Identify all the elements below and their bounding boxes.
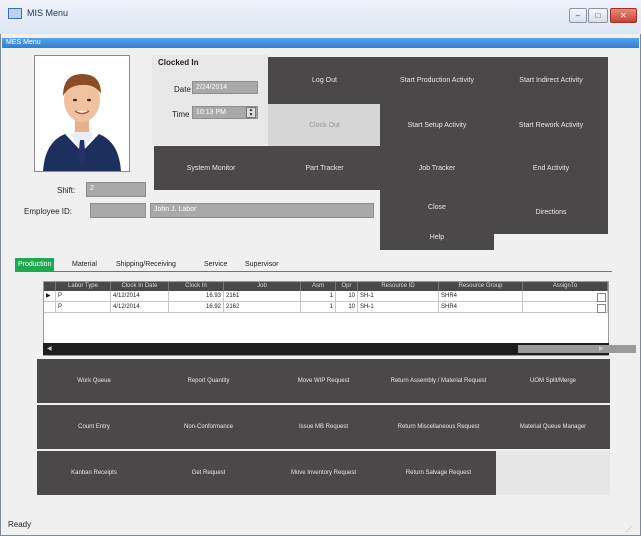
time-spinner-icon[interactable]: ▲ ▼	[246, 107, 256, 118]
horizontal-scrollbar[interactable]: ◀ ▶	[43, 343, 636, 355]
assign-checkbox[interactable]	[597, 304, 606, 313]
count-entry-button[interactable]: Count Entry	[37, 405, 151, 449]
column-header[interactable]: AssignTo	[523, 282, 608, 291]
tab-divider	[15, 271, 612, 272]
shift-label: Shift:	[57, 186, 76, 195]
title-bar: MIS Menu – □ ✕	[0, 0, 641, 34]
close-icon[interactable]: ✕	[610, 8, 637, 23]
maximize-icon[interactable]: □	[588, 8, 608, 23]
column-header[interactable]: Opr	[336, 282, 358, 291]
start-production-button[interactable]: Start Production Activity	[380, 57, 494, 104]
app-icon	[8, 8, 22, 19]
date-field[interactable]: 2/24/2014	[192, 81, 258, 94]
employee-id-field[interactable]	[90, 203, 146, 218]
table-cell[interactable]: 4/12/2014	[111, 302, 169, 313]
tab-material[interactable]: Material	[72, 258, 97, 271]
grid-corner	[44, 282, 56, 291]
employee-name-field: John J. Labor	[150, 203, 374, 218]
uom-split-merge-button[interactable]: UOM Split/Merge	[496, 359, 610, 403]
log-out-button[interactable]: Log Out	[268, 57, 381, 104]
column-header[interactable]: Clock In Date	[111, 282, 169, 291]
material-queue-manager-button[interactable]: Material Queue Manager	[496, 405, 610, 449]
column-header[interactable]: Resource ID	[358, 282, 439, 291]
table-cell[interactable]: 10	[336, 291, 358, 302]
time-label: Time	[172, 110, 190, 119]
table-cell[interactable]: 1	[301, 291, 336, 302]
resize-grip-icon[interactable]: ⋰	[626, 526, 636, 534]
table-cell[interactable]: SHR4	[439, 302, 523, 313]
help-button[interactable]: Help	[380, 225, 494, 250]
assign-checkbox[interactable]	[597, 293, 606, 302]
non-conformance-button[interactable]: Non-Conformance	[151, 405, 266, 449]
return-miscellaneous-button[interactable]: Return Miscellaneous Request	[381, 405, 496, 449]
table-cell[interactable]: 16.93	[169, 291, 224, 302]
tab-strip: Production Material Shipping/Receiving S…	[15, 258, 475, 272]
move-inventory-request-button[interactable]: Move Inventory Request	[266, 451, 381, 495]
table-cell[interactable]: 2161	[224, 291, 301, 302]
table-cell[interactable]: 16.92	[169, 302, 224, 313]
scrollbar-thumb[interactable]	[518, 345, 636, 353]
scroll-left-icon[interactable]: ◀	[47, 345, 52, 352]
issue-mb-request-button[interactable]: Issue MB Request	[266, 405, 381, 449]
end-activity-button[interactable]: End Activity	[494, 146, 608, 190]
menu-item[interactable]: MES Menu	[6, 38, 41, 48]
job-tracker-button[interactable]: Job Tracker	[380, 146, 494, 190]
column-header[interactable]: Asm	[301, 282, 336, 291]
column-header[interactable]: Labor Type	[56, 282, 111, 291]
system-monitor-button[interactable]: System Monitor	[154, 146, 268, 190]
table-cell[interactable]: 10	[336, 302, 358, 313]
row-selector-icon[interactable]: ▶	[44, 291, 56, 302]
get-request-button[interactable]: Get Request	[151, 451, 266, 495]
kanban-receipts-button[interactable]: Kanban Receipts	[37, 451, 151, 495]
table-cell[interactable]: 1	[301, 302, 336, 313]
tab-production[interactable]: Production	[15, 258, 55, 271]
clock-panel: Clocked In Date 2/24/2014 Time 10:13 PM …	[152, 55, 268, 145]
report-quantity-button[interactable]: Report Quantity	[151, 359, 266, 403]
tab-supervisor[interactable]: Supervisor	[245, 258, 278, 271]
start-rework-button[interactable]: Start Rework Activity	[494, 104, 608, 146]
employee-id-label: Employee ID:	[24, 207, 73, 216]
column-header[interactable]: Clock In	[169, 282, 224, 291]
table-cell[interactable]: 2162	[224, 302, 301, 313]
tab-shipping-receiving[interactable]: Shipping/Receiving	[116, 258, 176, 271]
directions-button[interactable]: Directions	[494, 190, 608, 234]
row-selector[interactable]	[44, 302, 56, 313]
table-cell[interactable]: P	[56, 302, 111, 313]
table-cell[interactable]: P	[56, 291, 111, 302]
clocked-in-heading: Clocked In	[158, 58, 199, 67]
work-queue-button[interactable]: Work Queue	[37, 359, 151, 403]
start-indirect-button[interactable]: Start Indirect Activity	[494, 57, 608, 104]
move-wip-request-button[interactable]: Move WIP Request	[266, 359, 381, 403]
table-cell[interactable]	[523, 302, 608, 313]
date-label: Date	[174, 85, 191, 94]
close-button[interactable]: Close	[380, 190, 494, 225]
table-cell[interactable]: SHR4	[439, 291, 523, 302]
start-setup-button[interactable]: Start Setup Activity	[380, 104, 494, 146]
scroll-right-icon[interactable]: ▶	[599, 345, 604, 352]
menu-strip: MES Menu	[2, 38, 639, 48]
employee-photo	[34, 55, 130, 172]
status-text: Ready	[8, 520, 32, 529]
part-tracker-button[interactable]: Part Tracker	[268, 146, 381, 190]
table-cell[interactable]	[523, 291, 608, 302]
clock-out-button[interactable]: Clock Out	[268, 104, 381, 146]
minimize-icon[interactable]: –	[569, 8, 587, 23]
avatar	[35, 56, 129, 171]
return-assembly-material-button[interactable]: Return Assembly / Material Request	[381, 359, 496, 403]
empty-slot	[496, 451, 610, 495]
tab-service[interactable]: Service	[204, 258, 227, 271]
shift-field[interactable]: 2	[86, 182, 146, 197]
table-cell[interactable]: 4/12/2014	[111, 291, 169, 302]
column-header[interactable]: Job	[224, 282, 301, 291]
table-cell[interactable]: SH-1	[358, 302, 439, 313]
return-salvage-request-button[interactable]: Return Salvage Request	[381, 451, 496, 495]
request-buttons: Work Queue Report Quantity Move WIP Requ…	[37, 356, 610, 496]
table-cell[interactable]: SH-1	[358, 291, 439, 302]
column-header[interactable]: Resource Group	[439, 282, 523, 291]
window-title: MIS Menu	[27, 8, 69, 18]
